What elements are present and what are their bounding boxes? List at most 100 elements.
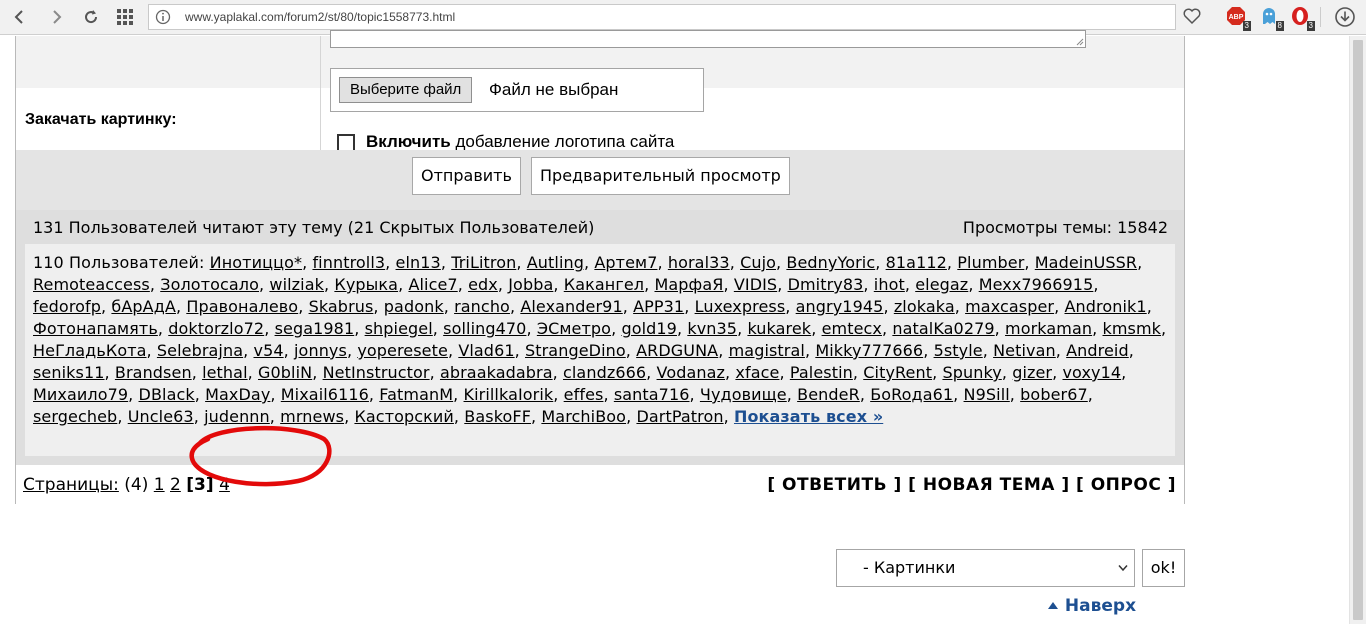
adblock-extension[interactable]: ABP 3 bbox=[1226, 6, 1251, 31]
reload-button[interactable] bbox=[79, 5, 103, 29]
reader-user-link[interactable]: Plumber bbox=[957, 253, 1024, 272]
page-link[interactable]: 2 bbox=[170, 475, 181, 495]
reader-user-link[interactable]: МарфаЯ bbox=[654, 275, 723, 294]
reader-user-link[interactable]: Инотиццо* bbox=[210, 253, 302, 272]
reader-user-link[interactable]: Касторский bbox=[354, 407, 453, 426]
back-button[interactable] bbox=[8, 5, 32, 29]
reader-user-link[interactable]: Vlad61 bbox=[458, 341, 514, 360]
reader-user-link[interactable]: Palestin bbox=[790, 363, 853, 382]
reader-user-link[interactable]: Фотонапамять bbox=[33, 319, 158, 338]
reader-user-link[interactable]: Чудовище bbox=[700, 385, 787, 404]
reader-user-link[interactable]: v54 bbox=[254, 341, 284, 360]
reader-user-link[interactable]: BaskoFF bbox=[464, 407, 531, 426]
reader-user-link[interactable]: CityRent bbox=[863, 363, 932, 382]
reader-user-link[interactable]: effes bbox=[564, 385, 604, 404]
reader-user-link[interactable]: Cujo bbox=[740, 253, 776, 272]
reader-user-link[interactable]: zlokaka bbox=[894, 297, 955, 316]
reader-user-link[interactable]: Mexx7966915 bbox=[979, 275, 1094, 294]
reader-user-link[interactable]: wilziak bbox=[269, 275, 324, 294]
reader-user-link[interactable]: mrnews bbox=[280, 407, 344, 426]
reader-user-link[interactable]: rancho bbox=[454, 297, 510, 316]
reader-user-link[interactable]: Mikky777666 bbox=[815, 341, 923, 360]
address-bar[interactable]: www.yaplakal.com/forum2/st/80/topic15587… bbox=[148, 4, 1176, 30]
reader-user-link[interactable]: 81a112 bbox=[886, 253, 947, 272]
reader-user-link[interactable]: NetInstructor bbox=[323, 363, 430, 382]
reader-user-link[interactable]: Артем7 bbox=[594, 253, 657, 272]
reader-user-link[interactable]: kvn35 bbox=[687, 319, 737, 338]
reader-user-link[interactable]: bober67 bbox=[1020, 385, 1088, 404]
reader-user-link[interactable]: gold19 bbox=[621, 319, 677, 338]
forum-jump-select[interactable]: - Картинки bbox=[836, 549, 1135, 587]
reader-user-link[interactable]: morkaman bbox=[1005, 319, 1092, 338]
ghost-extension[interactable]: 8 bbox=[1259, 6, 1284, 31]
reader-user-link[interactable]: Luxexpress bbox=[695, 297, 786, 316]
reader-user-link[interactable]: jonnys bbox=[294, 341, 347, 360]
reader-user-link[interactable]: horal33 bbox=[668, 253, 730, 272]
reader-user-link[interactable]: N9Sill bbox=[964, 385, 1010, 404]
reader-user-link[interactable]: fedorofp bbox=[33, 297, 101, 316]
reader-user-link[interactable]: clandz666 bbox=[563, 363, 646, 382]
reader-user-link[interactable]: MarchiBoo bbox=[541, 407, 626, 426]
reader-user-link[interactable]: Selebrajna bbox=[157, 341, 243, 360]
reader-user-link[interactable]: Autling bbox=[527, 253, 584, 272]
new-topic-link[interactable]: [ НОВАЯ ТЕМА ] bbox=[908, 475, 1069, 495]
show-all-readers-link[interactable]: Показать всех » bbox=[734, 407, 883, 426]
reader-user-link[interactable]: Uncle63 bbox=[128, 407, 194, 426]
scrollbar-thumb[interactable] bbox=[1353, 40, 1363, 620]
reader-user-link[interactable]: DBlack bbox=[139, 385, 195, 404]
reader-user-link[interactable]: natalKa0279 bbox=[892, 319, 994, 338]
reader-user-link[interactable]: Jobba bbox=[508, 275, 553, 294]
reader-user-link[interactable]: abraakadabra bbox=[440, 363, 553, 382]
reader-user-link[interactable]: sega1981 bbox=[275, 319, 355, 338]
reader-user-link[interactable]: G0bliN bbox=[258, 363, 312, 382]
reader-user-link[interactable]: BednyYoric bbox=[786, 253, 875, 272]
reader-user-link[interactable]: gizer bbox=[1012, 363, 1052, 382]
message-textarea[interactable] bbox=[330, 30, 1086, 48]
speed-dial-button[interactable] bbox=[113, 5, 137, 29]
reader-user-link[interactable]: doktorzlo72 bbox=[168, 319, 264, 338]
reader-user-link[interactable]: НеГладьКота bbox=[33, 341, 147, 360]
reader-user-link[interactable]: padonk bbox=[384, 297, 444, 316]
reader-user-link[interactable]: DartPatron bbox=[636, 407, 723, 426]
reader-user-link[interactable]: BendeR bbox=[797, 385, 860, 404]
reader-user-link[interactable]: VIDIS bbox=[734, 275, 777, 294]
reader-user-link[interactable]: MaxDay bbox=[205, 385, 270, 404]
reader-user-link[interactable]: elegaz bbox=[915, 275, 968, 294]
reader-user-link[interactable]: seniks11 bbox=[33, 363, 105, 382]
reader-user-link[interactable]: Spunky bbox=[942, 363, 1001, 382]
reader-user-link[interactable]: sergecheb bbox=[33, 407, 117, 426]
reader-user-link[interactable]: finntroll3 bbox=[312, 253, 385, 272]
reader-user-link[interactable]: emtecx bbox=[822, 319, 882, 338]
submit-button[interactable]: Отправить bbox=[412, 157, 521, 195]
reader-user-link[interactable]: angry1945 bbox=[796, 297, 884, 316]
reader-user-link[interactable]: StrangeDino bbox=[525, 341, 626, 360]
reader-user-link[interactable]: Какангел bbox=[564, 275, 644, 294]
reader-user-link[interactable]: kmsmk bbox=[1103, 319, 1162, 338]
reader-user-link[interactable]: lethal bbox=[202, 363, 248, 382]
reader-user-link[interactable]: voxy14 bbox=[1062, 363, 1121, 382]
reader-user-link[interactable]: KirillkaIorik bbox=[464, 385, 554, 404]
reader-user-link[interactable]: Netivan bbox=[993, 341, 1056, 360]
page-link[interactable]: 4 bbox=[219, 475, 230, 495]
reply-link[interactable]: [ ОТВЕТИТЬ ] bbox=[767, 475, 901, 495]
reader-user-link[interactable]: Andronik1 bbox=[1064, 297, 1146, 316]
reader-user-link[interactable]: solling470 bbox=[443, 319, 526, 338]
reader-user-link[interactable]: Remoteaccess bbox=[33, 275, 150, 294]
reader-user-link[interactable]: Alice7 bbox=[408, 275, 457, 294]
forward-button[interactable] bbox=[44, 5, 68, 29]
logo-checkbox-label[interactable]: Включить добавление логотипа сайта bbox=[366, 132, 674, 152]
reader-user-link[interactable]: santa716 bbox=[614, 385, 690, 404]
reader-user-link[interactable]: judennn bbox=[204, 407, 270, 426]
reader-user-link[interactable]: Dmitry83 bbox=[788, 275, 864, 294]
reader-user-link[interactable]: бАрАдА bbox=[111, 297, 176, 316]
reader-user-link[interactable]: TriLitron bbox=[451, 253, 516, 272]
reader-user-link[interactable]: Skabrus bbox=[309, 297, 374, 316]
choose-file-button[interactable]: Выберите файл bbox=[339, 77, 473, 103]
reader-user-link[interactable]: Курыка bbox=[334, 275, 398, 294]
back-to-top-link[interactable]: Наверх bbox=[1047, 596, 1136, 616]
reader-user-link[interactable]: Andreid bbox=[1066, 341, 1129, 360]
reader-user-link[interactable]: Brandsen bbox=[115, 363, 192, 382]
reader-user-link[interactable]: Alexander91 bbox=[520, 297, 622, 316]
poll-link[interactable]: [ ОПРОС ] bbox=[1076, 475, 1176, 495]
forum-jump-ok-button[interactable]: ok! bbox=[1142, 549, 1185, 587]
